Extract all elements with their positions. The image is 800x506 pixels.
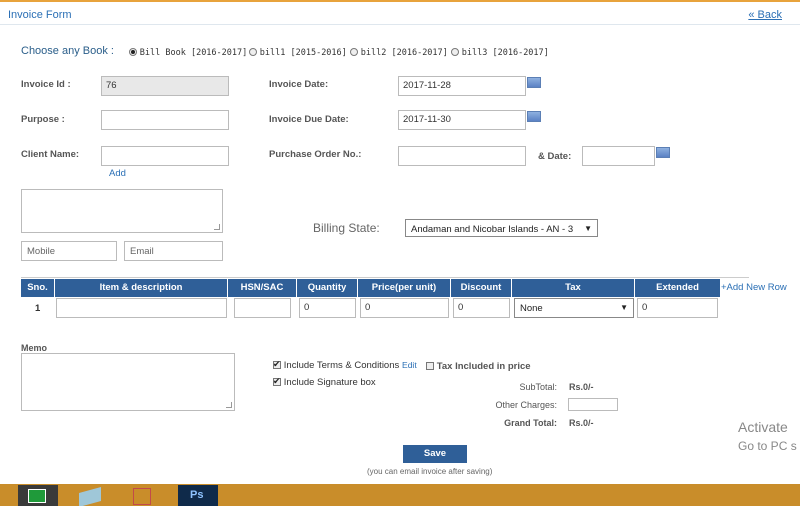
mobile-field[interactable]: Mobile: [21, 241, 117, 261]
tax-value: None: [520, 303, 543, 314]
book-option-bill2[interactable]: bill2 [2016-2017]: [350, 47, 448, 58]
terms-checkbox[interactable]: [273, 359, 281, 370]
column-header-price: Price(per unit): [358, 279, 451, 297]
due-date-label: Invoice Due Date:: [269, 114, 349, 125]
column-header-item: Item & description: [55, 279, 228, 297]
tax-included-label: Tax Included in price: [436, 361, 531, 372]
dropdown-arrow-icon: ▼: [620, 303, 628, 312]
purpose-label: Purpose :: [21, 114, 65, 125]
book-option-bill1[interactable]: bill1 [2015-2016]: [249, 47, 347, 58]
email-field[interactable]: Email: [124, 241, 223, 261]
billing-state-value: Andaman and Nicobar Islands - AN - 3: [411, 224, 574, 235]
notes-icon[interactable]: [70, 485, 110, 506]
other-charges-label: Other Charges:: [495, 400, 557, 410]
column-header-sno: Sno.: [21, 279, 55, 297]
item-description-field[interactable]: [56, 298, 227, 318]
top-accent-line: [0, 0, 800, 2]
book-option-label: bill2 [2016-2017]: [360, 48, 448, 58]
activation-watermark-line2: Go to PC s: [738, 439, 797, 453]
due-date-field[interactable]: 2017-11-30: [398, 110, 526, 130]
edit-terms-link[interactable]: Edit: [402, 360, 417, 370]
terms-option[interactable]: Include Terms & Conditions Edit: [273, 359, 417, 371]
store-icon[interactable]: [18, 485, 58, 506]
radio-button[interactable]: [129, 48, 137, 57]
table-top-border: [21, 277, 749, 278]
store-bag-shape: [28, 489, 46, 503]
book-option-label: Bill Book [2016-2017]: [139, 48, 248, 58]
extended-field[interactable]: 0: [637, 298, 718, 318]
column-header-tax: Tax: [512, 279, 635, 297]
tax-included-option[interactable]: Tax Included in price: [426, 361, 531, 372]
page-title: Invoice Form: [8, 9, 72, 21]
subtotal-label: SubTotal:: [519, 382, 557, 392]
client-name-label: Client Name:: [21, 149, 80, 160]
paint-shape: [133, 488, 151, 505]
quantity-field[interactable]: 0: [299, 298, 356, 318]
resize-grip-icon[interactable]: [226, 402, 232, 408]
signature-label: Include Signature box: [283, 377, 376, 388]
paint-icon[interactable]: [122, 485, 162, 506]
purpose-field[interactable]: [101, 110, 229, 130]
tax-select[interactable]: None ▼: [514, 298, 634, 318]
photoshop-icon[interactable]: Ps: [178, 485, 218, 506]
radio-button[interactable]: [350, 48, 358, 57]
po-date-field[interactable]: [582, 146, 655, 166]
notes-shape: [79, 487, 101, 506]
discount-field[interactable]: 0: [453, 298, 510, 318]
tax-included-checkbox[interactable]: [426, 362, 434, 371]
save-hint: (you can email invoice after saving): [367, 467, 493, 476]
po-date-label: & Date:: [538, 151, 572, 162]
grand-total-value: Rs.0/-: [569, 418, 594, 428]
back-link[interactable]: « Back: [748, 9, 782, 21]
grand-total-label: Grand Total:: [504, 418, 557, 428]
price-field[interactable]: 0: [360, 298, 449, 318]
save-button[interactable]: Save: [403, 445, 467, 463]
billing-state-label: Billing State:: [313, 221, 380, 235]
signature-option[interactable]: Include Signature box: [273, 376, 376, 388]
activation-watermark-line1: Activate: [738, 419, 788, 435]
calendar-icon[interactable]: [527, 111, 541, 122]
add-client-link[interactable]: Add: [109, 168, 126, 179]
hsn-field[interactable]: [234, 298, 291, 318]
column-header-discount: Discount: [451, 279, 512, 297]
po-number-field[interactable]: [398, 146, 526, 166]
invoice-date-field[interactable]: 2017-11-28: [398, 76, 526, 96]
calendar-icon[interactable]: [656, 147, 670, 158]
address-textarea[interactable]: [21, 189, 223, 233]
column-header-extended: Extended: [635, 279, 720, 297]
radio-button[interactable]: [249, 48, 257, 57]
terms-label: Include Terms & Conditions: [283, 360, 400, 371]
column-header-quantity: Quantity: [297, 279, 358, 297]
client-name-field[interactable]: [101, 146, 229, 166]
book-option-billbook[interactable]: Bill Book [2016-2017]: [129, 47, 247, 58]
memo-label: Memo: [21, 343, 48, 353]
book-option-label: bill3 [2016-2017]: [461, 48, 549, 58]
po-number-label: Purchase Order No.:: [269, 149, 362, 160]
invoice-id-field[interactable]: 76: [101, 76, 229, 96]
radio-button[interactable]: [451, 48, 459, 57]
taskbar: [0, 484, 800, 506]
row-number: 1: [35, 303, 41, 314]
invoice-date-label: Invoice Date:: [269, 79, 329, 90]
header-divider: [0, 24, 800, 25]
photoshop-label: Ps: [190, 489, 204, 501]
add-new-row-link[interactable]: +Add New Row: [721, 282, 787, 293]
signature-checkbox[interactable]: [273, 376, 281, 387]
dropdown-arrow-icon: ▼: [584, 224, 592, 233]
resize-grip-icon[interactable]: [214, 224, 220, 230]
subtotal-value: Rs.0/-: [569, 382, 594, 392]
billing-state-select[interactable]: Andaman and Nicobar Islands - AN - 3 ▼: [405, 219, 598, 237]
calendar-icon[interactable]: [527, 77, 541, 88]
other-charges-field[interactable]: [568, 398, 618, 411]
column-header-hsn: HSN/SAC: [228, 279, 297, 297]
book-option-bill3[interactable]: bill3 [2016-2017]: [451, 47, 549, 58]
memo-textarea[interactable]: [21, 353, 235, 411]
book-chooser-label: Choose any Book :: [21, 45, 114, 57]
invoice-id-label: Invoice Id :: [21, 79, 71, 90]
book-option-label: bill1 [2015-2016]: [259, 48, 347, 58]
